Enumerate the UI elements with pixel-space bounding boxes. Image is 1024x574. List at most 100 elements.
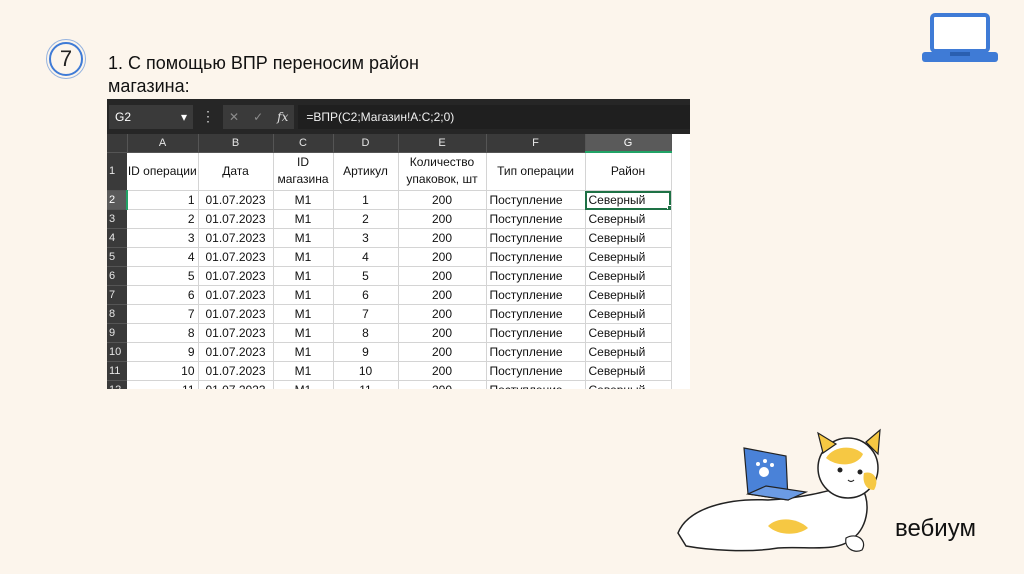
table-cell[interactable]: Поступление <box>486 361 586 381</box>
table-cell[interactable]: 2 <box>127 209 199 229</box>
table-cell[interactable]: M1 <box>273 323 334 343</box>
table-cell[interactable]: M1 <box>273 304 334 324</box>
active-cell[interactable]: Северный <box>585 190 672 210</box>
table-cell[interactable]: M1 <box>273 190 334 210</box>
table-cell[interactable]: 10 <box>127 361 199 381</box>
row-header[interactable]: 10 <box>107 342 127 362</box>
table-cell[interactable]: Поступление <box>486 209 586 229</box>
row-header[interactable]: 8 <box>107 304 127 324</box>
table-cell[interactable]: Северный <box>585 285 672 305</box>
table-cell[interactable]: 200 <box>398 228 487 248</box>
table-cell[interactable]: 01.07.2023 <box>198 247 274 267</box>
table-cell[interactable]: Поступление <box>486 228 586 248</box>
more-options-icon[interactable]: ⋮ <box>193 108 223 125</box>
table-cell[interactable]: 2 <box>333 209 399 229</box>
table-cell[interactable]: 01.07.2023 <box>198 342 274 362</box>
table-header-cell[interactable]: Дата <box>198 152 274 191</box>
table-cell[interactable]: 01.07.2023 <box>198 266 274 286</box>
table-cell[interactable]: Поступление <box>486 380 586 389</box>
table-cell[interactable]: Северный <box>585 342 672 362</box>
table-cell[interactable]: M1 <box>273 285 334 305</box>
table-header-cell[interactable]: Количество упаковок, шт <box>398 152 487 191</box>
table-cell[interactable]: 01.07.2023 <box>198 228 274 248</box>
row-header[interactable]: 6 <box>107 266 127 286</box>
table-cell[interactable]: M1 <box>273 209 334 229</box>
table-cell[interactable]: 11 <box>127 380 199 389</box>
table-cell[interactable]: Северный <box>585 361 672 381</box>
table-cell[interactable]: 9 <box>127 342 199 362</box>
insert-function-icon[interactable]: fx <box>277 110 288 124</box>
row-header[interactable]: 5 <box>107 247 127 267</box>
row-header[interactable]: 2 <box>107 190 128 210</box>
table-cell[interactable]: 200 <box>398 380 487 389</box>
table-cell[interactable]: M1 <box>273 266 334 286</box>
table-cell[interactable]: 6 <box>127 285 199 305</box>
row-header[interactable]: 12 <box>107 380 127 389</box>
table-cell[interactable]: 200 <box>398 361 487 381</box>
table-header-cell[interactable]: Тип операции <box>486 152 586 191</box>
table-cell[interactable]: M1 <box>273 247 334 267</box>
row-header[interactable]: 11 <box>107 361 127 381</box>
formula-input[interactable]: =ВПР(C2;Магазин!A:C;2;0) <box>298 104 690 129</box>
table-cell[interactable]: 01.07.2023 <box>198 285 274 305</box>
table-cell[interactable]: Северный <box>585 247 672 267</box>
table-cell[interactable]: 9 <box>333 342 399 362</box>
fill-handle[interactable] <box>666 205 670 209</box>
table-cell[interactable]: 4 <box>127 247 199 267</box>
column-header[interactable]: C <box>273 134 334 153</box>
row-header[interactable]: 1 <box>107 152 127 191</box>
table-cell[interactable]: Северный <box>585 228 672 248</box>
table-cell[interactable]: 8 <box>333 323 399 343</box>
table-cell[interactable]: 5 <box>127 266 199 286</box>
table-cell[interactable]: Поступление <box>486 266 586 286</box>
table-cell[interactable]: Поступление <box>486 247 586 267</box>
table-cell[interactable]: 3 <box>333 228 399 248</box>
table-cell[interactable]: 7 <box>127 304 199 324</box>
table-cell[interactable]: 01.07.2023 <box>198 304 274 324</box>
confirm-icon[interactable]: ✓ <box>253 110 263 124</box>
table-header-cell[interactable]: ID магазина <box>273 152 334 191</box>
table-header-cell[interactable]: ID операции <box>127 152 199 191</box>
table-cell[interactable]: Северный <box>585 323 672 343</box>
table-cell[interactable]: 1 <box>333 190 399 210</box>
table-cell[interactable]: 8 <box>127 323 199 343</box>
table-cell[interactable]: 200 <box>398 342 487 362</box>
table-cell[interactable]: Северный <box>585 304 672 324</box>
name-box[interactable]: G2 ▾ <box>109 104 193 129</box>
table-cell[interactable]: Поступление <box>486 323 586 343</box>
column-header[interactable]: G <box>585 134 672 153</box>
table-cell[interactable]: Северный <box>585 380 672 389</box>
table-cell[interactable]: 01.07.2023 <box>198 361 274 381</box>
table-cell[interactable]: 10 <box>333 361 399 381</box>
table-cell[interactable]: 3 <box>127 228 199 248</box>
table-cell[interactable]: 4 <box>333 247 399 267</box>
table-cell[interactable]: 200 <box>398 247 487 267</box>
table-header-cell[interactable]: Район <box>585 152 672 191</box>
table-cell[interactable]: Северный <box>585 209 672 229</box>
table-cell[interactable]: Северный <box>585 266 672 286</box>
table-cell[interactable]: 7 <box>333 304 399 324</box>
select-all-corner[interactable] <box>107 134 128 153</box>
table-cell[interactable]: 01.07.2023 <box>198 209 274 229</box>
column-header[interactable]: D <box>333 134 399 153</box>
table-cell[interactable]: 200 <box>398 190 487 210</box>
table-cell[interactable]: 01.07.2023 <box>198 380 274 389</box>
table-cell[interactable]: Поступление <box>486 342 586 362</box>
table-cell[interactable]: M1 <box>273 380 334 389</box>
column-header[interactable]: A <box>127 134 199 153</box>
cancel-icon[interactable]: ✕ <box>229 110 239 124</box>
row-header[interactable]: 4 <box>107 228 127 248</box>
table-cell[interactable]: 6 <box>333 285 399 305</box>
table-cell[interactable]: 200 <box>398 266 487 286</box>
column-header[interactable]: E <box>398 134 487 153</box>
column-header[interactable]: F <box>486 134 586 153</box>
table-cell[interactable]: M1 <box>273 228 334 248</box>
table-cell[interactable]: 200 <box>398 285 487 305</box>
chevron-down-icon[interactable]: ▾ <box>181 110 187 124</box>
table-cell[interactable]: Поступление <box>486 190 586 210</box>
table-cell[interactable]: Поступление <box>486 304 586 324</box>
row-header[interactable]: 7 <box>107 285 127 305</box>
table-cell[interactable]: 200 <box>398 323 487 343</box>
table-cell[interactable]: M1 <box>273 342 334 362</box>
row-header[interactable]: 9 <box>107 323 127 343</box>
